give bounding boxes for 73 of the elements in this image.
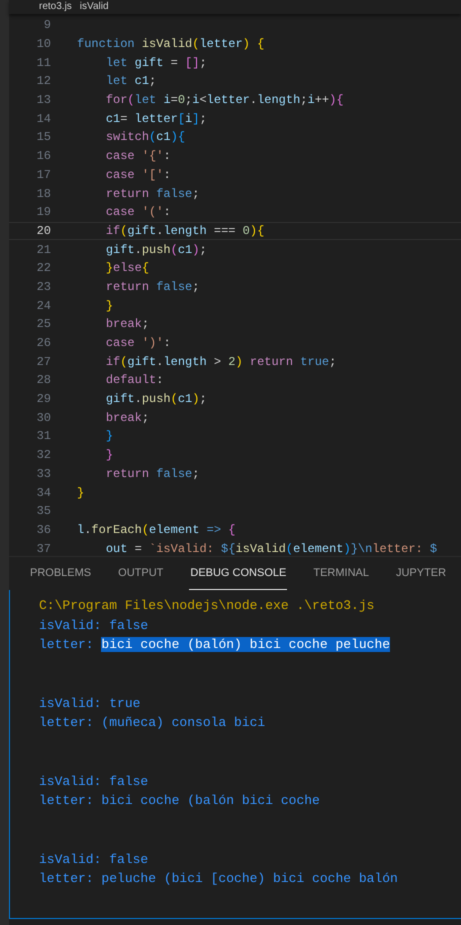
code-line: case '[': [104,166,171,184]
code-line: return false; [104,186,200,203]
console-line: letter: bici coche (balón bici coche [39,793,320,808]
console-line: C:\Program Files\nodejs\node.exe .\reto3.js [39,598,374,613]
code-line: break; [104,410,150,427]
console-line: letter: peluche (bici [coche) bici coche balón [39,871,398,886]
code-line: case '{': [104,148,171,166]
code-line: l.forEach(element => { [77,522,236,539]
panel-tab[interactable]: TERMINAL [312,557,370,590]
code-line: } [104,428,114,446]
code-line: if(gift.length === 0){ [104,222,264,240]
code-line: case '(': [104,204,171,222]
selected-text: bici coche (balón) bici coche peluche [101,637,390,652]
panel-tab[interactable]: PROBLEMS [29,557,92,590]
breadcrumb-symbol[interactable]: isValid [80,1,109,13]
line-number: 29 [36,391,51,408]
line-number: 32 [36,447,51,464]
code-line: } [104,447,114,464]
code-line: let c1; [104,73,156,90]
console-line: letter: (muñeca) consola bici [39,715,266,730]
line-number: 34 [36,484,51,502]
line-number: 36 [36,522,51,539]
code-line: switch(c1){ [104,129,186,146]
line-number: 10 [36,36,51,54]
code-line: out = `isValid: ${isValid(element)}\nletter: $ [104,540,438,556]
line-number: 26 [36,335,51,352]
code-line: c1= letter[i]; [104,110,207,128]
console-line: isValid: true [39,696,140,710]
panel-tab[interactable]: OUTPUT [117,557,164,590]
line-number: 17 [36,166,51,184]
code-line: } [77,484,84,502]
line-number: 31 [36,428,51,446]
console-line: isValid: false [39,774,148,788]
line-number: 22 [36,260,51,278]
line-number: 14 [36,110,51,128]
line-number: 16 [36,148,51,166]
code-line: } [104,298,114,315]
console-line: isValid: false [39,852,148,866]
line-number: 28 [36,372,51,390]
line-number: 21 [36,242,51,259]
line-number: 33 [36,466,51,483]
code-line: return false; [104,466,200,483]
line-number: 24 [36,298,51,315]
console-line: isValid: false [39,618,148,632]
line-number: 25 [36,316,51,334]
line-number: 15 [36,129,51,146]
panel-tab[interactable]: DEBUG CONSOLE [189,557,288,590]
line-number: 23 [36,278,51,296]
code-line: let gift = []; [104,54,207,72]
breadcrumb-file[interactable]: reto3.js [39,1,72,13]
line-number: 12 [36,73,51,90]
line-number: 30 [36,410,51,427]
line-number: 27 [36,354,51,371]
line-number: 18 [36,186,51,203]
panel-tab[interactable]: JUPYTER [394,557,448,590]
code-line: break; [104,316,150,334]
code-line: case ')': [104,335,171,352]
code-line: if(gift.length > 2) return true; [104,354,336,371]
line-number: 37 [36,540,51,556]
code-line: }else{ [104,260,150,278]
line-number: 20 [36,222,51,240]
line-number: 19 [36,204,51,222]
console-line: letter: [39,637,95,652]
code-line: for(let i=0;i<letter.length;i++){ [104,92,344,110]
line-number: 13 [36,92,51,110]
code-line: gift.push(c1); [104,391,207,408]
code-line: default: [104,372,164,390]
code-line: function isValid(letter) { [77,36,264,54]
code-line: return false; [104,278,200,296]
line-number: 9 [42,17,51,34]
line-number: 35 [36,503,51,520]
line-number: 11 [36,54,51,72]
code-line: gift.push(c1); [104,242,207,259]
